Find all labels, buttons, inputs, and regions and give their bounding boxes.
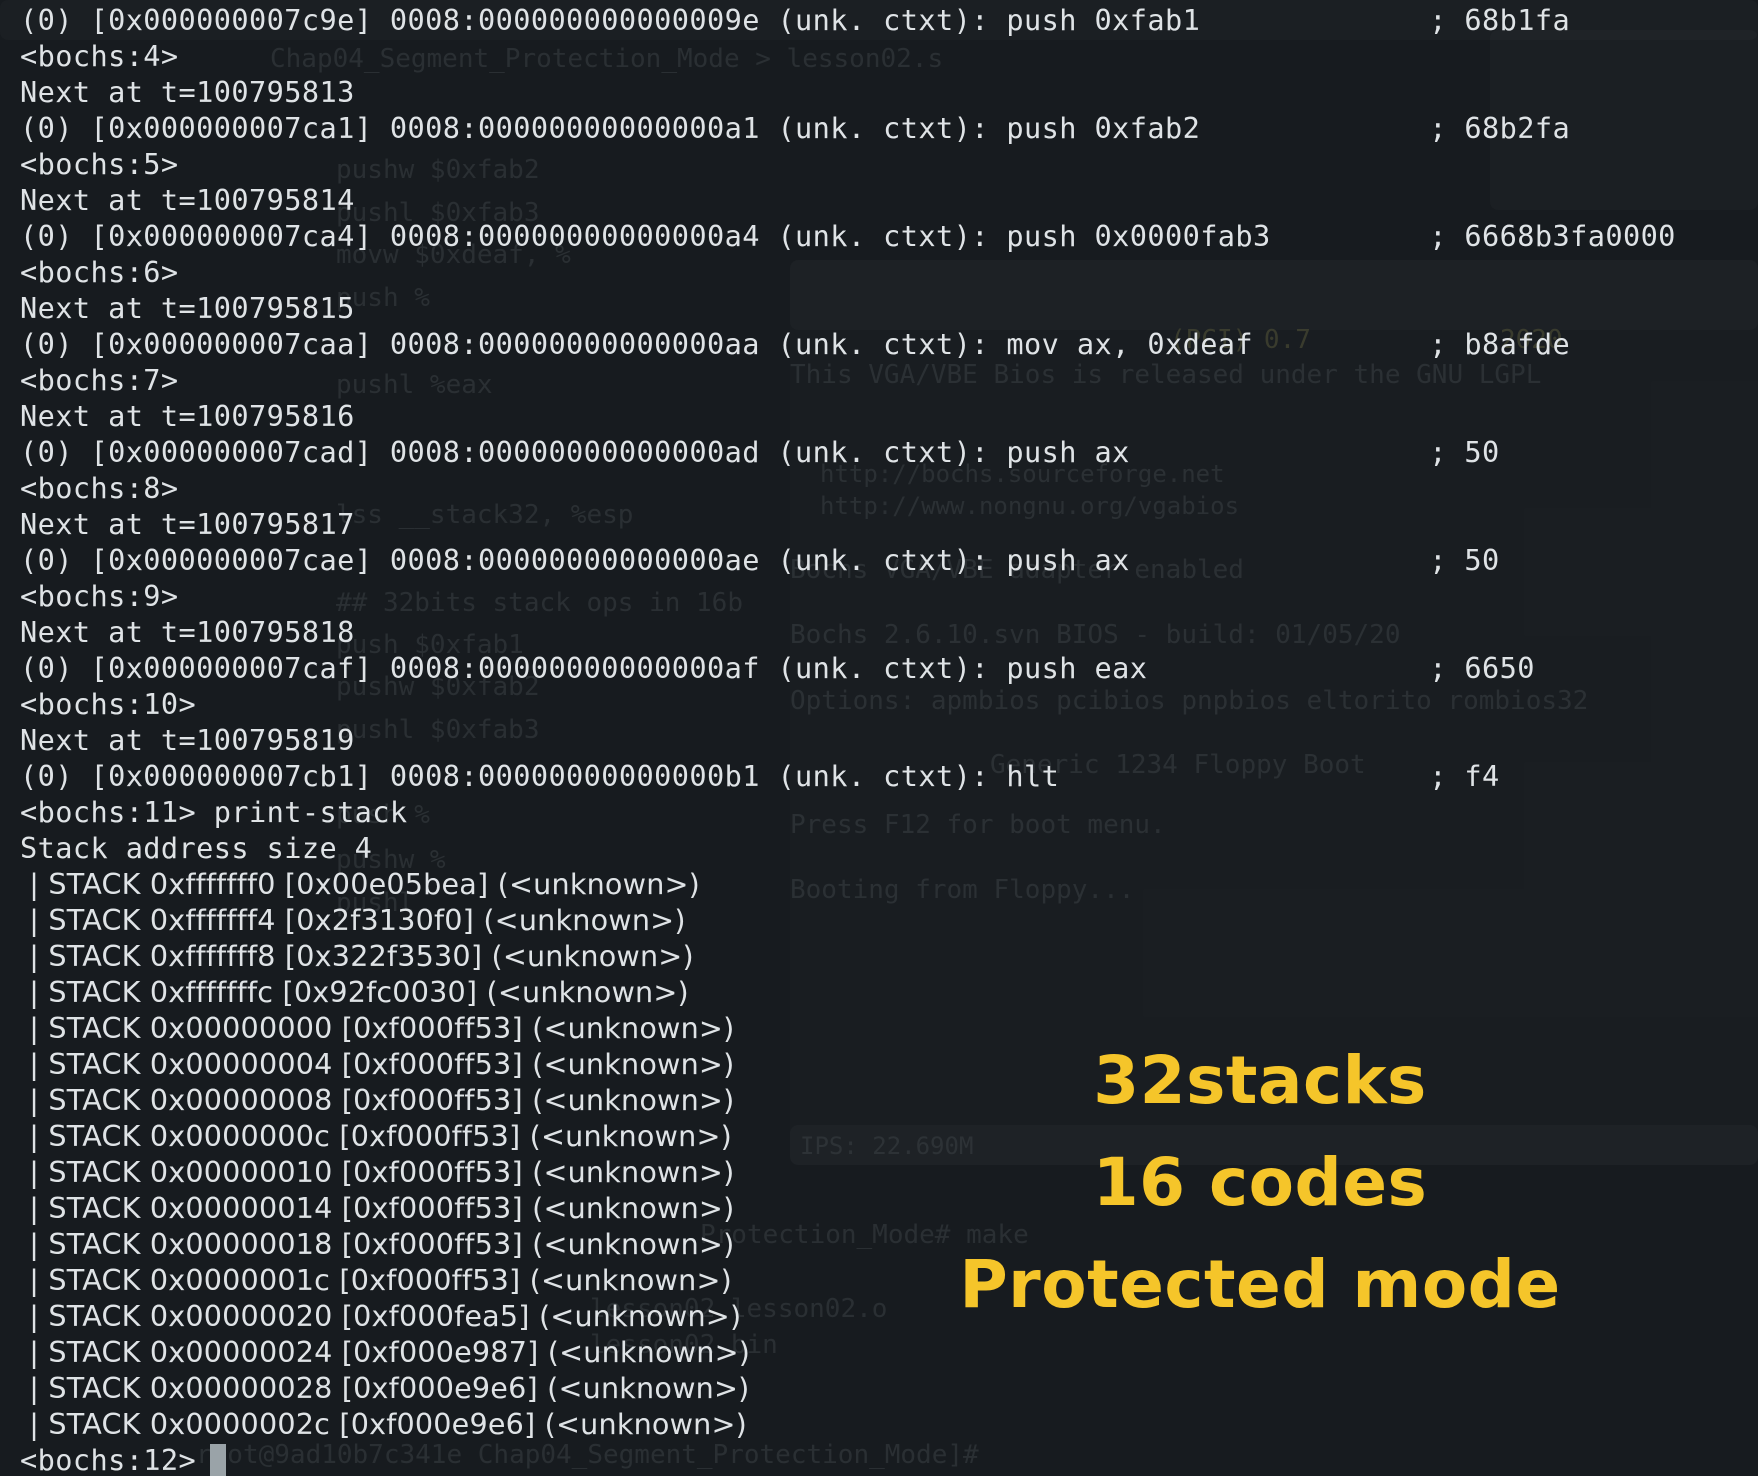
caption-line-mode: Protected mode <box>959 1246 1561 1323</box>
terminal-screen: Chap04_Segment_Protection_Mode > lesson0… <box>0 0 1758 1476</box>
stack-entry: | STACK 0xfffffff8 [0x322f3530] (<unknow… <box>20 939 694 973</box>
caption-overlay: 32stacks 16 codes Protected mode <box>900 1030 1620 1336</box>
terminal-line: Next at t=100795813 <box>20 75 355 109</box>
caption-line-codes: 16 codes <box>1092 1144 1428 1221</box>
terminal-line: Next at t=100795818 <box>20 615 355 649</box>
terminal-line: Stack address size 4 <box>20 831 373 865</box>
terminal-line: <bochs:6> <box>20 255 179 289</box>
terminal-line: Next at t=100795819 <box>20 723 355 757</box>
terminal-line: <bochs:9> <box>20 579 179 613</box>
terminal-line: (0) [0x000000007caa] 0008:00000000000000… <box>20 327 1571 361</box>
stack-entry: | STACK 0xfffffff4 [0x2f3130f0] (<unknow… <box>20 903 686 937</box>
terminal-line: <bochs:7> <box>20 363 179 397</box>
terminal-line: (0) [0x000000007c9e] 0008:00000000000000… <box>20 3 1571 37</box>
terminal-line: (0) [0x000000007ca4] 0008:00000000000000… <box>20 219 1676 253</box>
text-cursor[interactable] <box>210 1444 227 1476</box>
terminal-line: <bochs:10> <box>20 687 197 721</box>
caption-line-stacks: 32stacks <box>1093 1042 1427 1119</box>
terminal-line: <bochs:5> <box>20 147 179 181</box>
stack-entry: | STACK 0x00000028 [0xf000e9e6] (<unknow… <box>20 1371 750 1405</box>
terminal-line: (0) [0x000000007cae] 0008:00000000000000… <box>20 543 1500 577</box>
terminal-line: Next at t=100795814 <box>20 183 355 217</box>
stack-entry: | STACK 0x00000024 [0xf000e987] (<unknow… <box>20 1335 751 1369</box>
terminal-line: (0) [0x000000007cb1] 0008:00000000000000… <box>20 759 1500 793</box>
terminal-line: (0) [0x000000007caf] 0008:00000000000000… <box>20 651 1535 685</box>
stack-entry: | STACK 0xfffffffc [0x92fc0030] (<unknow… <box>20 975 689 1009</box>
terminal-line: (0) [0x000000007cad] 0008:00000000000000… <box>20 435 1500 469</box>
terminal-line: <bochs:4> <box>20 39 179 73</box>
stack-entry: | STACK 0xfffffff0 [0x00e05bea] (<unknow… <box>20 867 701 901</box>
terminal-line: Next at t=100795816 <box>20 399 355 433</box>
terminal-line: <bochs:11> print-stack <box>20 795 408 829</box>
terminal-line: Next at t=100795815 <box>20 291 355 325</box>
terminal-line: Next at t=100795817 <box>20 507 355 541</box>
terminal-line: (0) [0x000000007ca1] 0008:00000000000000… <box>20 111 1571 145</box>
prompt-line[interactable]: <bochs:12> <box>20 1442 1740 1476</box>
bochs-prompt: <bochs:12> <box>20 1443 197 1476</box>
stack-entry: | STACK 0x0000002c [0xf000e9e6] (<unknow… <box>20 1407 748 1441</box>
terminal-line: <bochs:8> <box>20 471 179 505</box>
